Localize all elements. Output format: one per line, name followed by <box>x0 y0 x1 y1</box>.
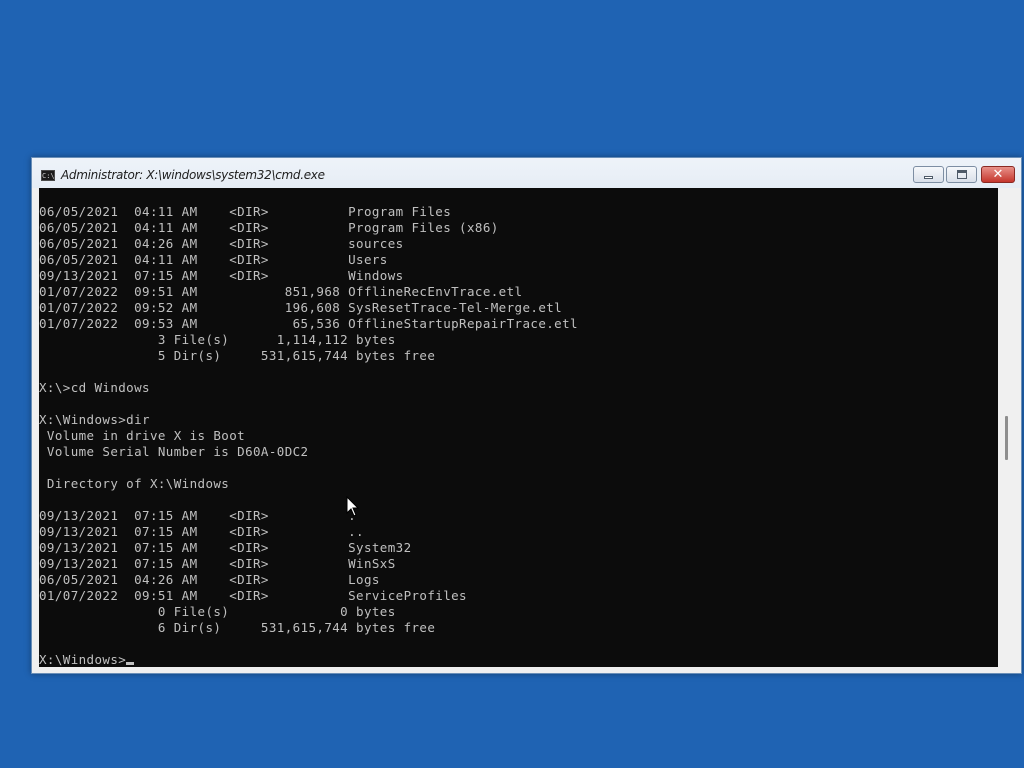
console-text: 06/05/2021 04:11 AM <DIR> Program Files … <box>39 204 578 667</box>
console-line: 06/05/2021 04:26 AM <DIR> Logs <box>39 572 380 587</box>
console-line: 6 Dir(s) 531,615,744 bytes free <box>39 620 436 635</box>
restore-button[interactable] <box>946 166 977 183</box>
console-line: Volume Serial Number is D60A-0DC2 <box>39 444 309 459</box>
console-line: 09/13/2021 07:15 AM <DIR> .. <box>39 524 364 539</box>
title-bar[interactable]: C:\ Administrator: X:\windows\system32\c… <box>32 158 1021 188</box>
console-line: 01/07/2022 09:52 AM 196,608 SysResetTrac… <box>39 300 563 315</box>
console-line: 0 File(s) 0 bytes <box>39 604 396 619</box>
console-line: X:\Windows>dir <box>39 412 150 427</box>
console-line: 06/05/2021 04:26 AM <DIR> sources <box>39 236 404 251</box>
console-line: 01/07/2022 09:51 AM 851,968 OfflineRecEn… <box>39 284 523 299</box>
text-cursor <box>126 662 135 665</box>
console-line: Volume in drive X is Boot <box>39 428 246 443</box>
console-line: 09/13/2021 07:15 AM <DIR> Windows <box>39 268 404 283</box>
console-line: 09/13/2021 07:15 AM <DIR> System32 <box>39 540 412 555</box>
console-line: 09/13/2021 07:15 AM <DIR> WinSxS <box>39 556 396 571</box>
console-line: 3 File(s) 1,114,112 bytes <box>39 332 396 347</box>
close-button[interactable]: ✕ <box>981 166 1015 183</box>
cmd-window[interactable]: C:\ Administrator: X:\windows\system32\c… <box>31 157 1022 674</box>
console-line: X:\>cd Windows <box>39 380 150 395</box>
mouse-pointer-icon <box>346 496 360 517</box>
restore-icon <box>957 170 967 179</box>
scrollbar-thumb[interactable] <box>1005 416 1008 460</box>
window-title: Administrator: X:\windows\system32\cmd.e… <box>61 168 325 182</box>
minimize-icon <box>924 176 933 179</box>
console-output-area[interactable]: 06/05/2021 04:11 AM <DIR> Program Files … <box>39 188 998 667</box>
console-line: 06/05/2021 04:11 AM <DIR> Program Files … <box>39 220 499 235</box>
console-line: 09/13/2021 07:15 AM <DIR> . <box>39 508 357 523</box>
console-line: Directory of X:\Windows <box>39 476 230 491</box>
cmd-icon: C:\ <box>41 170 55 181</box>
vertical-scrollbar[interactable] <box>998 188 1015 667</box>
console-line: 5 Dir(s) 531,615,744 bytes free <box>39 348 436 363</box>
command-prompt[interactable]: X:\Windows> <box>39 652 126 667</box>
minimize-button[interactable] <box>913 166 944 183</box>
console-line: 01/07/2022 09:51 AM <DIR> ServiceProfile… <box>39 588 467 603</box>
close-icon: ✕ <box>992 167 1004 182</box>
console-line: 01/07/2022 09:53 AM 65,536 OfflineStartu… <box>39 316 578 331</box>
console-line: 06/05/2021 04:11 AM <DIR> Program Files <box>39 204 452 219</box>
desktop-background: C:\ Administrator: X:\windows\system32\c… <box>0 0 1024 768</box>
console-line: 06/05/2021 04:11 AM <DIR> Users <box>39 252 388 267</box>
